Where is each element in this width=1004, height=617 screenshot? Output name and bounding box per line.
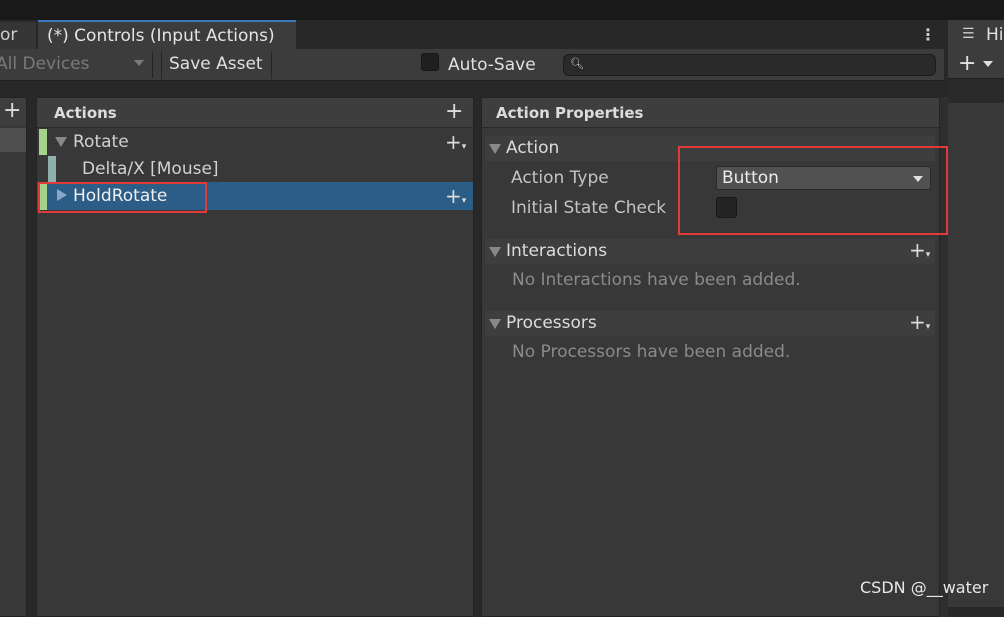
action-maps-panel: + <box>0 97 27 617</box>
auto-save-label: Auto-Save <box>448 55 536 75</box>
action-color-bar <box>39 129 47 155</box>
action-type-label: Action Type <box>511 168 609 188</box>
hierarchy-toolbar: + <box>948 50 1004 79</box>
auto-save-checkbox[interactable] <box>421 53 439 71</box>
add-action-icon[interactable]: + <box>445 101 463 123</box>
interactions-section-label: Interactions <box>506 241 608 261</box>
tab-hierarchy[interactable]: ☰ Hi <box>950 22 1004 48</box>
action-maps-header: + <box>0 98 26 126</box>
expanded-triangle-icon[interactable] <box>489 144 501 154</box>
watermark-text: CSDN @__water <box>860 578 989 597</box>
interactions-empty-message: No Interactions have been added. <box>512 270 801 290</box>
processors-section-label: Processors <box>506 313 597 333</box>
action-properties-header: Action Properties <box>482 98 939 128</box>
binding-row-delta-x[interactable]: Delta/X [Mouse] <box>37 156 473 182</box>
action-label: Rotate <box>73 132 129 152</box>
chevron-down-icon <box>134 60 144 66</box>
interactions-section-header[interactable]: Interactions +▾ <box>485 239 935 264</box>
search-icon: 🔍︎ <box>570 57 584 70</box>
processors-empty-message: No Processors have been added. <box>512 342 791 362</box>
tab-input-actions[interactable]: (*) Controls (Input Actions) <box>38 20 296 49</box>
add-interaction-icon[interactable]: +▾ <box>909 240 930 265</box>
actions-header: Actions + <box>37 98 473 128</box>
add-binding-icon[interactable]: +▾ <box>445 132 466 157</box>
actions-panel: Actions + Rotate +▾ Delta/X [Mouse] Hold… <box>36 97 474 617</box>
editor-top-bar <box>0 0 1004 20</box>
add-binding-icon[interactable]: +▾ <box>445 186 466 211</box>
chevron-down-icon[interactable] <box>983 61 993 67</box>
kebab-menu-icon[interactable]: ⋮ <box>920 25 936 45</box>
save-asset-button[interactable]: Save Asset <box>161 51 272 79</box>
save-asset-label: Save Asset <box>169 54 263 74</box>
devices-dropdown[interactable]: All Devices <box>0 51 153 78</box>
tab-previous[interactable]: or <box>0 22 36 49</box>
highlight-box-holdrotate <box>38 182 207 213</box>
add-action-map-icon[interactable]: + <box>3 100 21 122</box>
action-properties-title: Action Properties <box>496 104 644 122</box>
devices-dropdown-label: All Devices <box>0 54 90 74</box>
highlight-box-action-type <box>678 146 948 235</box>
tab-previous-label: or <box>0 25 18 45</box>
add-object-icon[interactable]: + <box>958 53 976 75</box>
binding-color-bar <box>48 156 56 182</box>
binding-label: Delta/X [Mouse] <box>82 159 219 179</box>
action-row-rotate[interactable]: Rotate +▾ <box>37 129 473 155</box>
action-map-selected-row[interactable] <box>0 128 26 152</box>
initial-state-check-label: Initial State Check <box>511 198 667 218</box>
actions-title: Actions <box>54 104 117 122</box>
hierarchy-list-icon: ☰ <box>962 26 975 42</box>
action-section-label: Action <box>506 138 560 158</box>
expanded-triangle-icon[interactable] <box>55 137 67 147</box>
add-processor-icon[interactable]: +▾ <box>909 312 930 337</box>
hierarchy-body <box>948 103 1004 607</box>
search-input[interactable]: 🔍︎ <box>563 54 936 76</box>
tab-hierarchy-label: Hi <box>986 25 1004 45</box>
hierarchy-scene-header <box>948 79 1004 103</box>
hierarchy-panel: ☰ Hi + <box>948 20 1004 607</box>
expanded-triangle-icon[interactable] <box>489 319 501 329</box>
tab-input-actions-label: (*) Controls (Input Actions) <box>47 26 275 46</box>
processors-section-header[interactable]: Processors +▾ <box>485 311 935 336</box>
expanded-triangle-icon[interactable] <box>489 247 501 257</box>
